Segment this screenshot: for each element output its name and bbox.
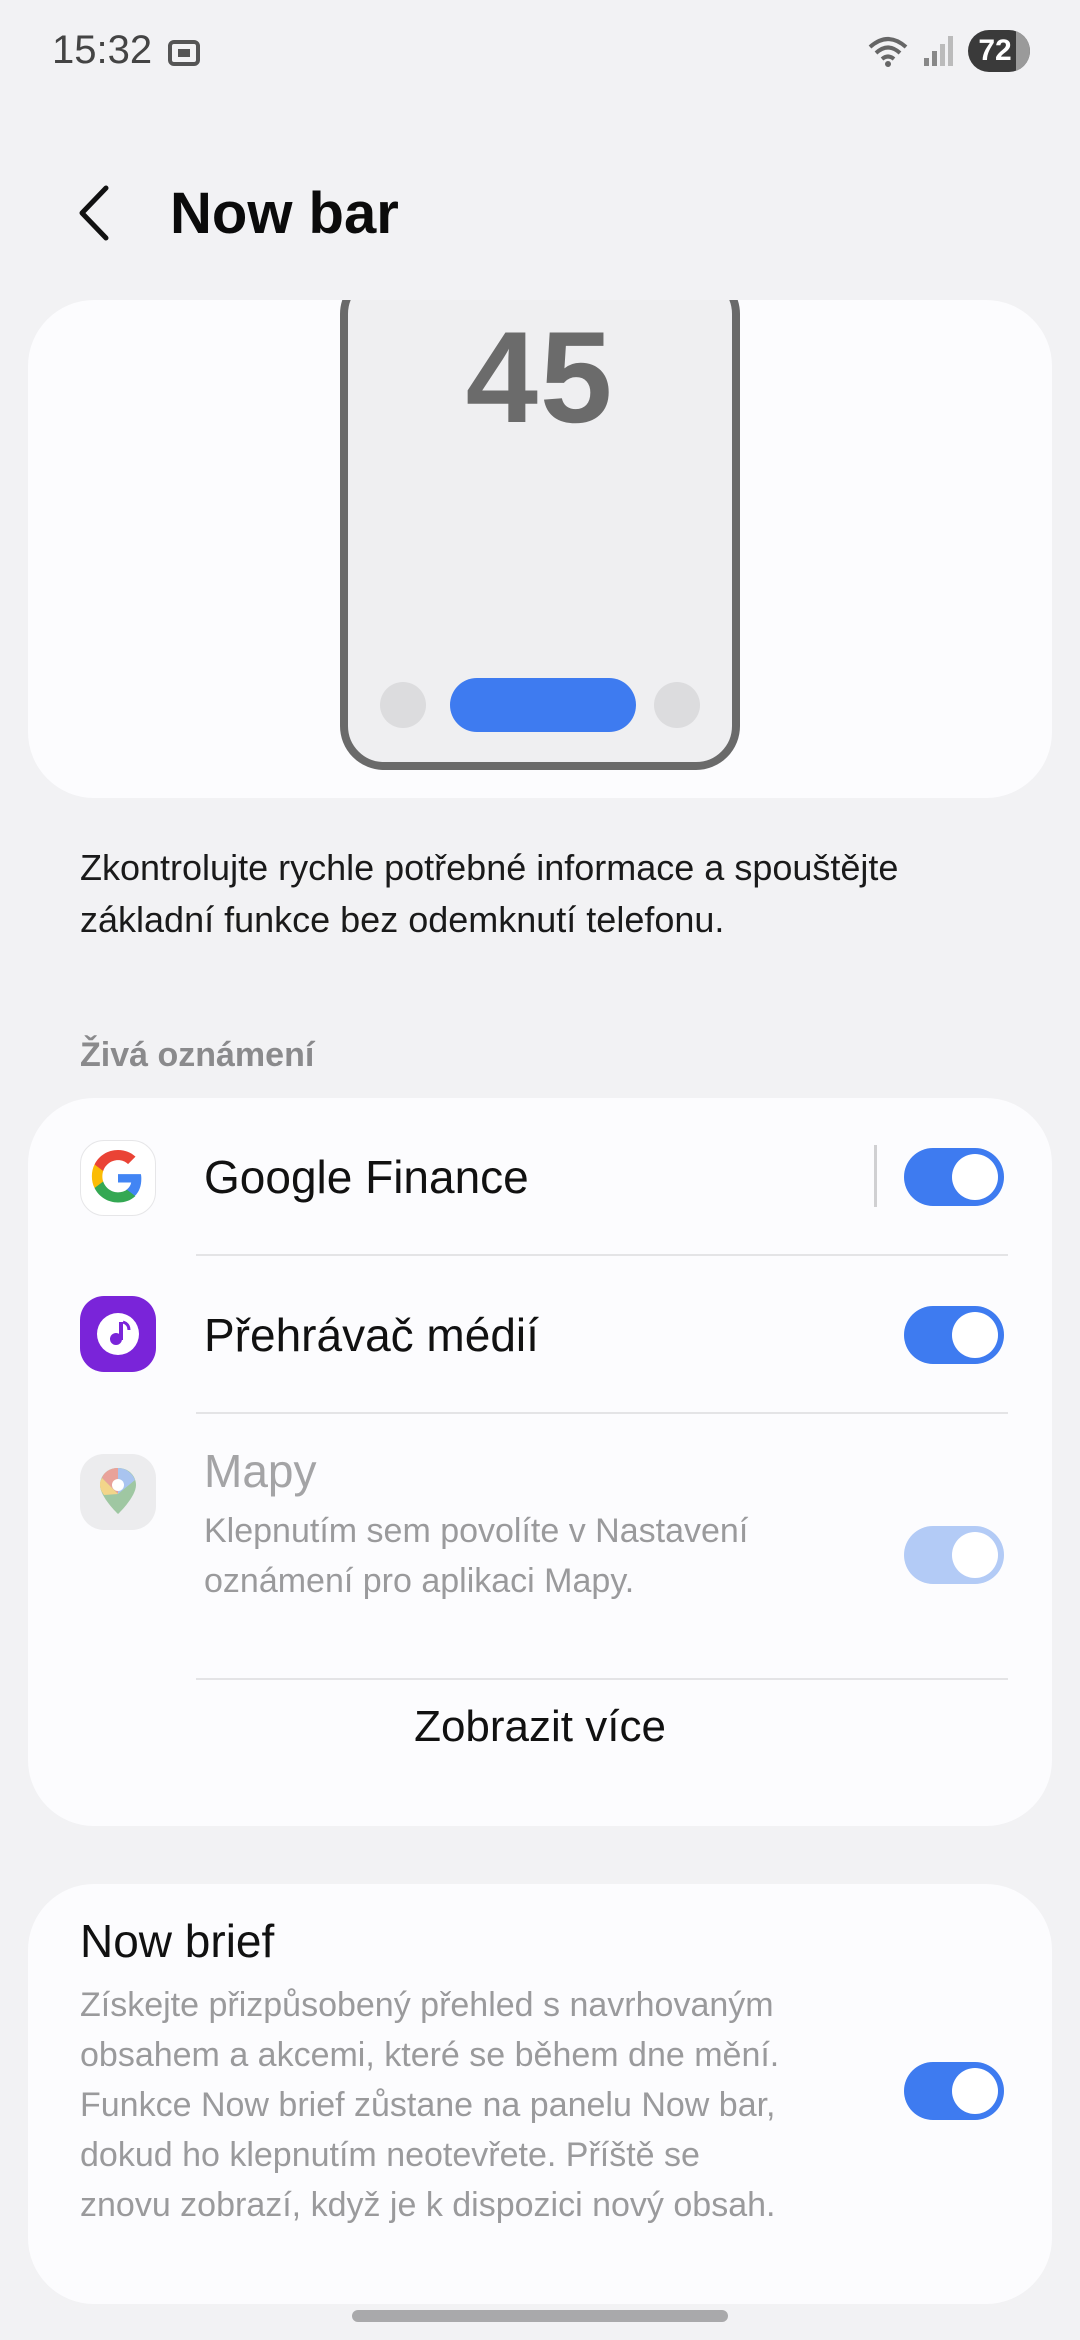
list-item-label: Mapy — [204, 1445, 317, 1497]
preview-dot-left — [380, 682, 426, 728]
show-more-button[interactable]: Zobrazit více — [28, 1702, 1052, 1752]
media-player-toggle[interactable] — [904, 1306, 1004, 1364]
status-right: 72 — [866, 30, 1030, 72]
live-notifications-card: Google Finance Přehrávač médií Mapy Klep… — [28, 1098, 1052, 1826]
list-item-media-player[interactable]: Přehrávač médií — [28, 1256, 1052, 1412]
divider — [196, 1678, 1008, 1680]
page-title: Now bar — [170, 181, 399, 246]
now-brief-title: Now brief — [80, 1915, 275, 1967]
screenshot-icon — [166, 36, 200, 66]
list-item-label: Přehrávač médií — [204, 1309, 539, 1361]
list-item-maps[interactable]: Mapy Klepnutím sem povolíte v Nastavení … — [28, 1414, 1052, 1666]
list-item-google-finance[interactable]: Google Finance — [28, 1098, 1052, 1254]
now-brief-description: Získejte přizpůsobený přehled s navrhova… — [80, 1986, 780, 2224]
now-bar-pill — [450, 678, 636, 732]
google-icon — [80, 1140, 156, 1216]
preview-dot-right — [654, 682, 700, 728]
now-brief-toggle[interactable] — [904, 2062, 1004, 2120]
google-finance-toggle[interactable] — [904, 1148, 1004, 1206]
section-label-live-notifications: Živá oznámení — [80, 1036, 315, 1074]
page-description: Zkontrolujte rychle potřebné informace a… — [80, 847, 899, 940]
back-arrow-icon[interactable] — [60, 178, 130, 248]
signal-icon — [924, 36, 953, 66]
music-player-icon — [80, 1296, 156, 1372]
list-item-label: Google Finance — [204, 1151, 529, 1203]
battery-icon: 72 — [968, 30, 1030, 72]
preview-clock: 45 — [465, 304, 615, 450]
wifi-icon — [868, 37, 908, 67]
status-bar: 15:32 72 — [0, 0, 1080, 110]
now-brief-card[interactable]: Now brief Získejte přizpůsobený přehled … — [28, 1884, 1052, 2304]
phone-illustration: 45 — [340, 300, 740, 770]
app-header: Now bar — [0, 160, 1080, 260]
navigation-handle[interactable] — [352, 2310, 728, 2322]
status-time: 15:32 — [52, 28, 153, 72]
divider-vertical — [874, 1145, 877, 1207]
now-bar-preview-card: 45 — [28, 300, 1052, 798]
maps-toggle[interactable] — [904, 1526, 1004, 1584]
maps-icon — [80, 1454, 156, 1530]
battery-level: 72 — [978, 34, 1012, 67]
settings-screen: 15:32 72 Now bar 45 Zkontrolujte rychle … — [0, 0, 1080, 2340]
list-item-subtitle: Klepnutím sem povolíte v Nastavení oznám… — [204, 1512, 749, 1600]
